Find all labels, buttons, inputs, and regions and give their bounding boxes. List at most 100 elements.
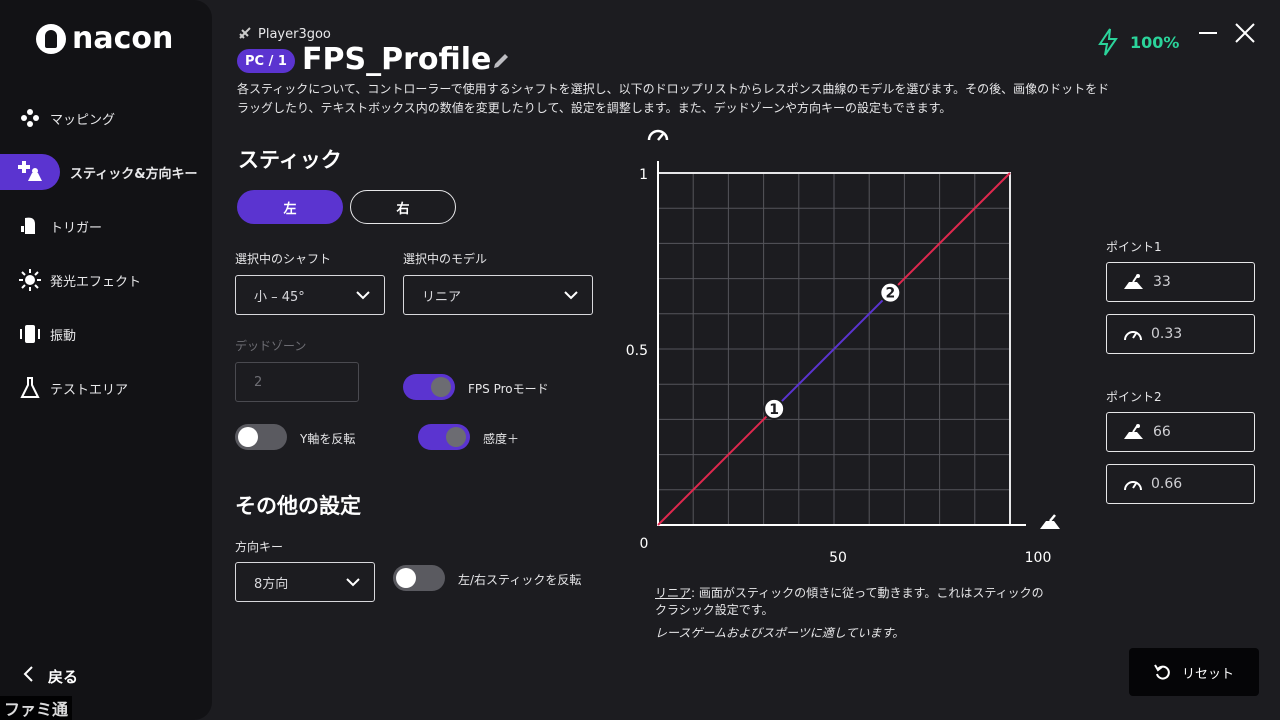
sidebar-item-test-area[interactable]: テストエリア (0, 370, 212, 406)
back-button[interactable]: 戻る (22, 666, 78, 687)
x-tick-label: 100 (1025, 550, 1052, 566)
swap-sticks-label: 左/右スティックを反転 (458, 573, 582, 587)
chevron-down-icon (356, 291, 370, 300)
player-label: Player3goo (258, 27, 331, 42)
page-description: 各スティックについて、コントローラーで使用するシャフトを選択し、以下のドロップリ… (237, 82, 1110, 115)
toggle-knob (431, 377, 451, 397)
pencil-icon[interactable] (492, 52, 510, 70)
dpad-value: 8方向 (254, 576, 289, 592)
shaft-label: 選択中のシャフト (235, 252, 332, 266)
sidebar-item-label: スティック&方向キー (70, 166, 198, 182)
sidebar-item-mapping[interactable]: マッピング (0, 100, 212, 136)
invert-y-label: Y軸を反転 (300, 432, 356, 446)
toggle-knob (238, 427, 258, 447)
point1-label: ポイント1 (1106, 240, 1162, 254)
fps-pro-label: FPS Proモード (468, 382, 549, 396)
x-tick-label: 50 (829, 550, 847, 566)
close-icon[interactable] (1234, 22, 1256, 44)
toggle-knob (396, 568, 416, 588)
point2-y-value: 0.66 (1151, 476, 1183, 492)
gamepad-buttons-icon (18, 106, 42, 130)
stick-tilt-icon (1124, 424, 1143, 439)
stick-tilt-icon (1124, 274, 1143, 289)
sidebar-item-light[interactable]: 発光エフェクト (0, 262, 212, 298)
model-dropdown[interactable]: リニア (403, 275, 593, 315)
logo-text: nacon (72, 21, 174, 56)
point1-y-value: 0.33 (1151, 326, 1183, 342)
sidebar-item-vibration[interactable]: 振動 (0, 316, 212, 352)
response-curve-chart[interactable]: 1 0.5 0 50 100 1 2 (620, 128, 1070, 568)
swap-sticks-toggle[interactable] (393, 565, 445, 591)
sidebar-nav: マッピング スティック&方向キー トリガー 発光エフェクト 振動 テストエリア (0, 100, 212, 424)
fps-pro-toggle[interactable] (403, 374, 455, 400)
curve-desc-text: : 画面がスティックの傾きに従って動きます。これはスティックのクラシック設定です… (655, 586, 1044, 617)
point1-x-value: 33 (1153, 274, 1171, 290)
trigger-icon (18, 214, 42, 238)
curve-note: レースゲームおよびスポーツに適しています。 (655, 626, 905, 640)
nacon-logo: nacon (36, 22, 173, 56)
point2-label: ポイント2 (1106, 390, 1162, 404)
y-tick-label: 1 (639, 167, 648, 183)
nacon-logo-icon (36, 24, 66, 54)
left-stick-button[interactable]: 左 (237, 190, 343, 224)
stick-axis-lever (1049, 514, 1056, 522)
stick-heading: スティック (238, 148, 342, 172)
curve-description: リニア: 画面がスティックの傾きに従って動きます。これはスティックのクラシック設… (655, 585, 1055, 619)
curve-point-label: 2 (885, 286, 895, 302)
dpad-dropdown[interactable]: 8方向 (235, 562, 375, 602)
sidebar-item-label: テストエリア (50, 382, 129, 398)
right-stick-button[interactable]: 右 (350, 190, 456, 224)
flask-icon (18, 376, 42, 400)
shaft-value: 小 – 45° (254, 289, 305, 305)
invert-y-toggle[interactable] (235, 424, 287, 450)
minimize-button[interactable] (1199, 32, 1217, 34)
sidebar-item-label: 振動 (50, 328, 77, 344)
point1-x-input[interactable]: 33 (1106, 262, 1255, 302)
stick-axis-icon (1040, 521, 1060, 529)
reset-label: リセット (1181, 666, 1234, 682)
app-window: nacon マッピング スティック&方向キー トリガー 発光エフェクト 振動 テ… (0, 0, 1280, 720)
sidebar-item-label: マッピング (50, 112, 116, 128)
reset-button[interactable]: リセット (1129, 648, 1259, 696)
sidebar: nacon マッピング スティック&方向キー トリガー 発光エフェクト 振動 テ… (0, 0, 212, 720)
sidebar-item-label: トリガー (50, 220, 103, 236)
sidebar-item-trigger[interactable]: トリガー (0, 208, 212, 244)
player-icon (238, 26, 252, 43)
player-name: Player3goo (238, 26, 331, 43)
model-value: リニア (422, 289, 462, 305)
toggle-knob (446, 427, 466, 447)
gauge-icon (1124, 481, 1142, 491)
chevron-left-icon (22, 666, 34, 687)
vibration-icon (18, 322, 42, 346)
watermark: ファミ通 (0, 696, 73, 720)
stick-dpad-icon (18, 160, 42, 184)
pc-profile-badge: PC / 1 (237, 49, 295, 73)
shaft-dropdown[interactable]: 小 – 45° (235, 275, 385, 315)
gauge-axis-needle (657, 133, 664, 141)
chevron-down-icon (346, 578, 360, 587)
point2-x-input[interactable]: 66 (1106, 412, 1255, 452)
point1-y-input[interactable]: 0.33 (1106, 314, 1255, 354)
dpad-label: 方向キー (235, 540, 284, 554)
model-label: 選択中のモデル (403, 252, 488, 266)
profile-title: FPS_Profile (302, 42, 492, 77)
light-effect-icon (18, 268, 42, 292)
sidebar-item-stick-dpad[interactable]: スティック&方向キー (0, 154, 212, 190)
back-label: 戻る (48, 668, 79, 686)
reset-icon (1154, 664, 1170, 680)
point2-y-input[interactable]: 0.66 (1106, 464, 1255, 504)
x-tick-label: 0 (640, 536, 649, 552)
curve-point-label: 1 (769, 402, 779, 418)
deadzone-label: デッドゾーン (235, 339, 307, 353)
battery-level: 100% (1130, 32, 1180, 52)
curve-model-name: リニア (655, 586, 692, 600)
y-tick-label: 0.5 (626, 343, 648, 359)
sidebar-item-label: 発光エフェクト (50, 274, 142, 290)
sensitivity-label: 感度＋ (483, 432, 520, 446)
chevron-down-icon (564, 291, 578, 300)
sensitivity-toggle[interactable] (418, 424, 470, 450)
deadzone-input[interactable]: 2 (235, 362, 359, 402)
battery-status: 100% (1098, 28, 1179, 56)
gauge-icon (1124, 331, 1142, 341)
other-settings-heading: その他の設定 (235, 494, 361, 518)
